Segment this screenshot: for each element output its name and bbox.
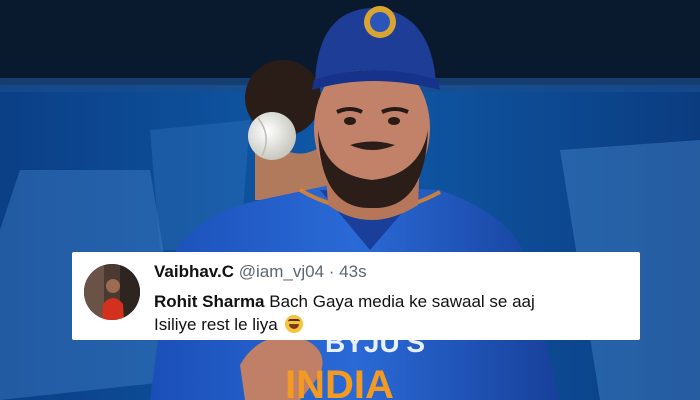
tweet-text-line1: Bach Gaya media ke sawaal se aaj <box>264 292 535 311</box>
tweet-timestamp[interactable]: 43s <box>339 262 366 281</box>
avatar[interactable] <box>84 264 140 320</box>
cricket-ball <box>248 112 296 160</box>
cricket-photo: BYJU'S INDIA <box>0 0 700 400</box>
avatar-image <box>84 264 140 320</box>
tweet-text-line2: Isiliye rest le liya <box>154 315 278 334</box>
photo-background: BYJU'S INDIA Vaibhav.C @iam_vj04 · 43s R… <box>0 0 700 400</box>
separator-dot: · <box>328 262 335 281</box>
display-name[interactable]: Vaibhav.C <box>154 262 234 281</box>
laughing-emoji-icon <box>284 315 303 333</box>
tweet-header: Vaibhav.C @iam_vj04 · 43s <box>154 262 367 282</box>
tweet-card[interactable]: Vaibhav.C @iam_vj04 · 43s Rohit Sharma B… <box>72 252 640 340</box>
tweet-mention: Rohit Sharma <box>154 292 265 311</box>
jersey-country-text: INDIA <box>285 363 394 400</box>
tweet-text: Rohit Sharma Bach Gaya media ke sawaal s… <box>154 290 624 336</box>
user-handle[interactable]: @iam_vj04 <box>239 262 324 281</box>
